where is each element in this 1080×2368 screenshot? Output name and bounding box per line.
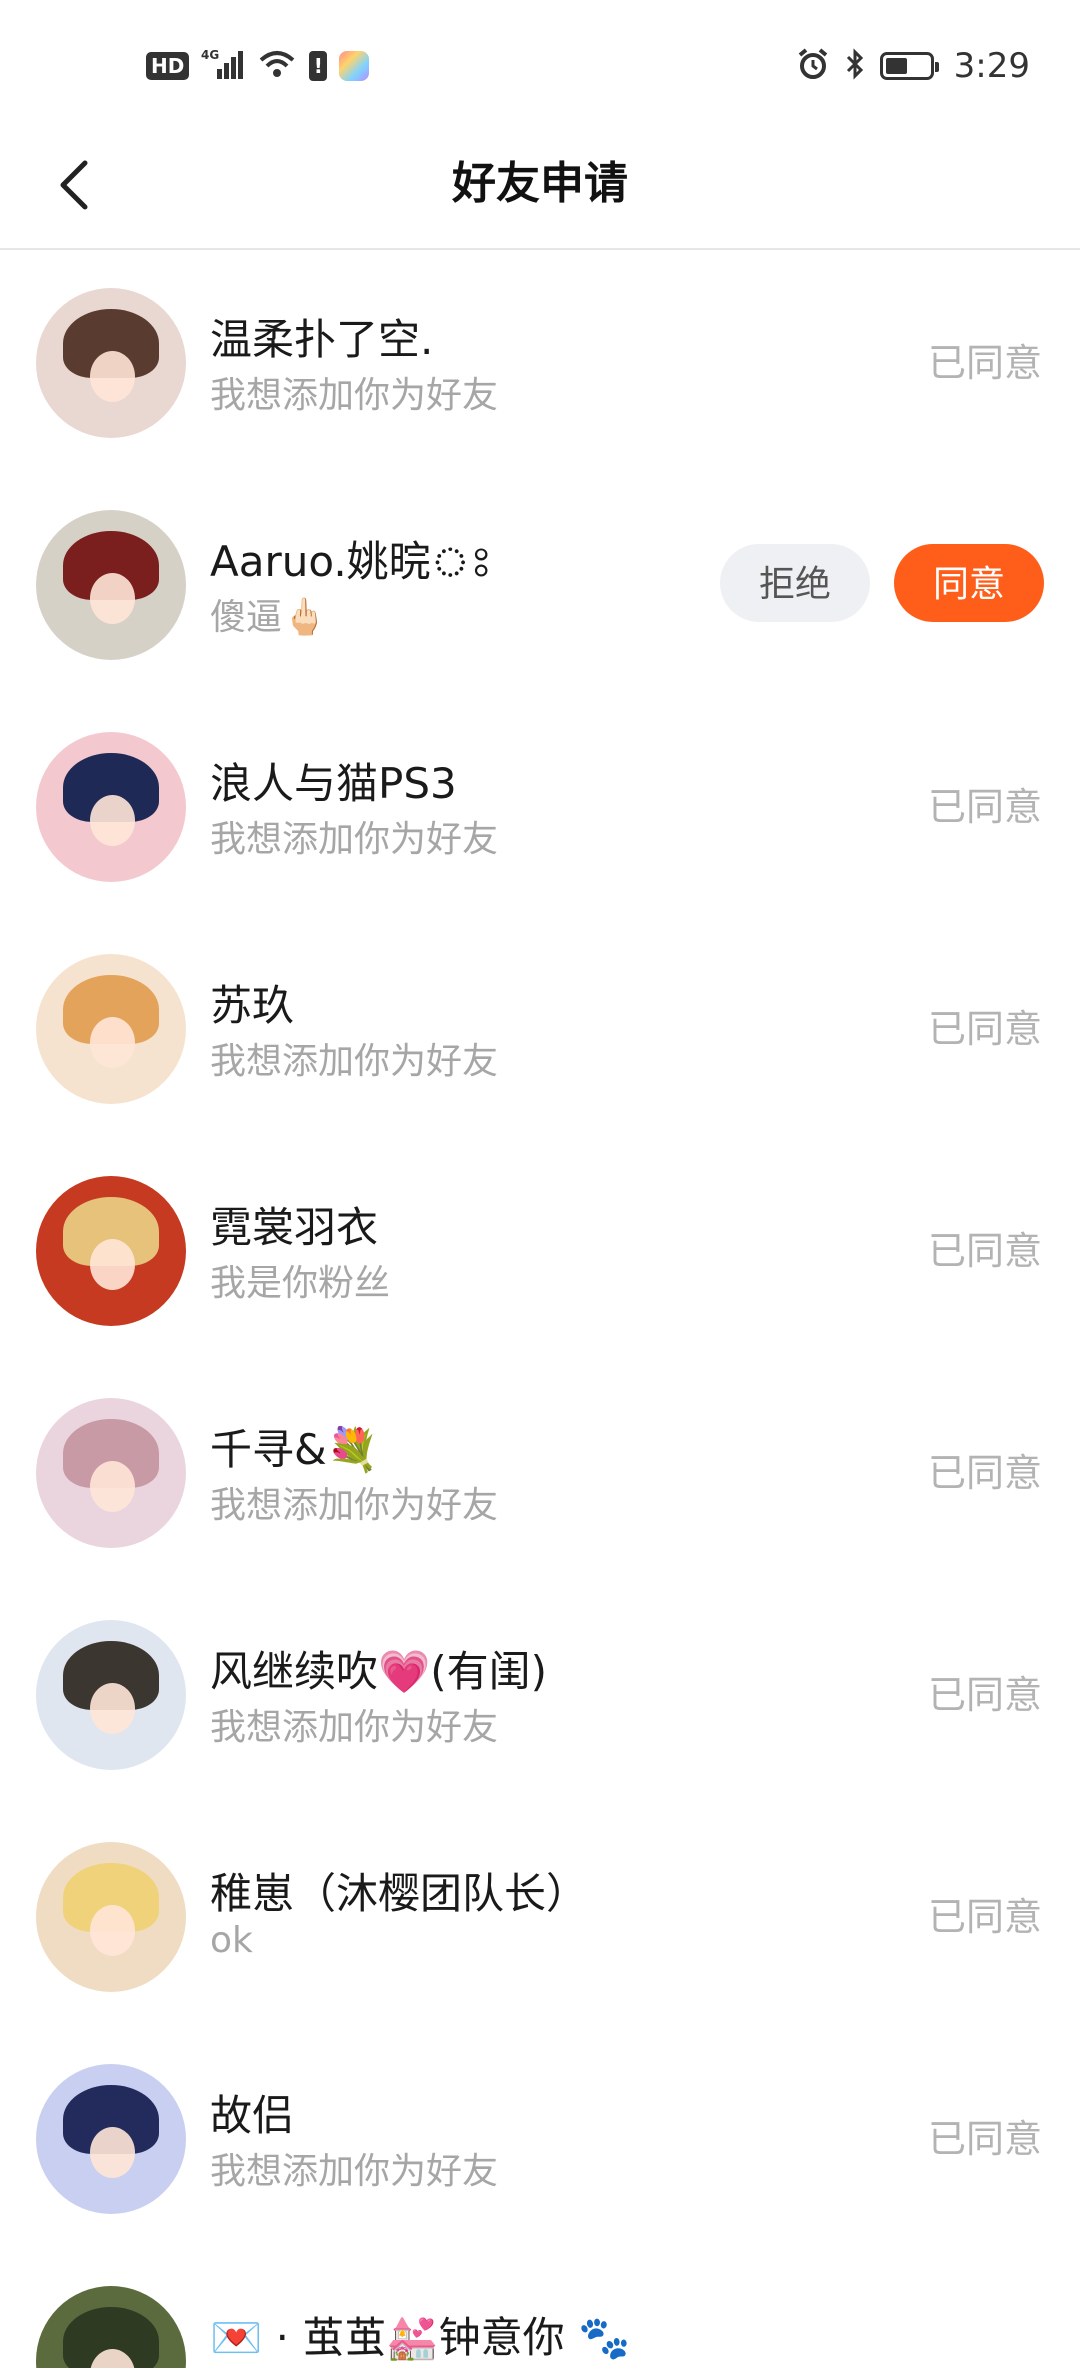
avatar-face <box>90 1461 135 1512</box>
avatar[interactable] <box>36 288 186 438</box>
avatar[interactable] <box>36 2286 186 2368</box>
page-title: 好友申请 <box>452 158 628 209</box>
requester-name: 浪人与猫PS3 <box>210 759 457 808</box>
requester-name: 霓裳羽衣 <box>210 1203 379 1252</box>
friend-request-item[interactable]: 稚崽（沐樱团队长） ok 已同意 <box>0 1804 1080 2026</box>
request-status: 已同意 <box>927 1895 1042 1939</box>
requester-name: 故侣 <box>210 2091 295 2140</box>
status-bar-right: 3:29 <box>796 44 1030 88</box>
avatar[interactable] <box>36 1842 186 1992</box>
friend-request-item[interactable]: 霓裳羽衣 我是你粉丝 已同意 <box>0 1138 1080 1360</box>
request-status: 已同意 <box>927 1673 1042 1717</box>
friend-request-item[interactable]: 苏玖 我想添加你为好友 已同意 <box>0 916 1080 1138</box>
status-bar: HD 4G ! 3:29 <box>0 0 1080 120</box>
avatar-face <box>90 2127 135 2178</box>
avatar-face <box>90 1683 135 1734</box>
friend-request-item[interactable]: 💌 · 茧茧💒钟意你 🐾 <box>0 2248 1080 2368</box>
avatar[interactable] <box>36 1620 186 1770</box>
avatar[interactable] <box>36 2064 186 2214</box>
chevron-left-icon <box>60 160 88 210</box>
requester-name: 千寻&💐 <box>210 1425 380 1474</box>
request-status: 已同意 <box>927 2117 1042 2161</box>
friend-request-item[interactable]: 千寻&💐 我想添加你为好友 已同意 <box>0 1360 1080 1582</box>
avatar[interactable] <box>36 1398 186 1548</box>
request-message: ok <box>210 1920 253 1961</box>
hd-indicator: HD <box>146 52 190 80</box>
requester-name: 💌 · 茧茧💒钟意你 🐾 <box>210 2313 631 2362</box>
avatar[interactable] <box>36 1176 186 1326</box>
friend-request-list: 温柔扑了空. 我想添加你为好友 已同意 Aaruo.姚晥ঃ 傻逼🖕🏻 拒绝 同意… <box>0 250 1080 2368</box>
request-message: 我想添加你为好友 <box>210 819 499 860</box>
requester-name: 风继续吹💗(有闺) <box>210 1647 548 1696</box>
request-status: 已同意 <box>927 1229 1042 1273</box>
back-button[interactable] <box>40 150 110 220</box>
avatar-face <box>90 1017 135 1068</box>
friend-request-item[interactable]: 风继续吹💗(有闺) 我想添加你为好友 已同意 <box>0 1582 1080 1804</box>
request-message: 我想添加你为好友 <box>210 375 499 416</box>
request-message: 我想添加你为好友 <box>210 1707 499 1748</box>
avatar[interactable] <box>36 954 186 1104</box>
avatar-face <box>90 1239 135 1290</box>
clock: 3:29 <box>953 46 1030 86</box>
bluetooth-icon <box>844 47 866 85</box>
request-message: 傻逼🖕🏻 <box>210 597 327 638</box>
avatar-face <box>90 795 135 846</box>
request-status: 已同意 <box>927 785 1042 829</box>
avatar-face <box>90 351 135 402</box>
friend-request-item[interactable]: 故侣 我想添加你为好友 已同意 <box>0 2026 1080 2248</box>
avatar[interactable] <box>36 732 186 882</box>
battery-icon <box>879 52 939 80</box>
request-message: 我想添加你为好友 <box>210 1485 499 1526</box>
wifi-icon <box>257 48 297 84</box>
avatar-face <box>90 1905 135 1956</box>
signal-icon: 4G <box>201 47 245 85</box>
reject-button[interactable]: 拒绝 <box>720 544 870 622</box>
status-bar-left: HD 4G ! <box>146 44 370 88</box>
friend-request-item[interactable]: Aaruo.姚晥ঃ 傻逼🖕🏻 拒绝 同意 <box>0 472 1080 694</box>
svg-text:4G: 4G <box>201 48 219 62</box>
friend-request-item[interactable]: 温柔扑了空. 我想添加你为好友 已同意 <box>0 250 1080 472</box>
nav-bar: 好友申请 <box>0 120 1080 250</box>
accept-button[interactable]: 同意 <box>894 544 1044 622</box>
request-status: 已同意 <box>927 341 1042 385</box>
request-status: 已同意 <box>927 1451 1042 1495</box>
request-message: 我想添加你为好友 <box>210 1041 499 1082</box>
requester-name: 温柔扑了空. <box>210 315 434 364</box>
friend-request-item[interactable]: 浪人与猫PS3 我想添加你为好友 已同意 <box>0 694 1080 916</box>
app-notification-icon <box>339 51 370 81</box>
request-message: 我想添加你为好友 <box>210 2151 499 2192</box>
avatar[interactable] <box>36 510 186 660</box>
request-status: 已同意 <box>927 1007 1042 1051</box>
alarm-icon <box>796 47 830 85</box>
alert-icon: ! <box>309 51 328 81</box>
battery-level <box>885 58 908 74</box>
requester-name: 苏玖 <box>210 981 295 1030</box>
request-message: 我是你粉丝 <box>210 1263 391 1304</box>
avatar-face <box>90 573 135 624</box>
requester-name: 稚崽（沐樱团队长） <box>210 1869 589 1918</box>
